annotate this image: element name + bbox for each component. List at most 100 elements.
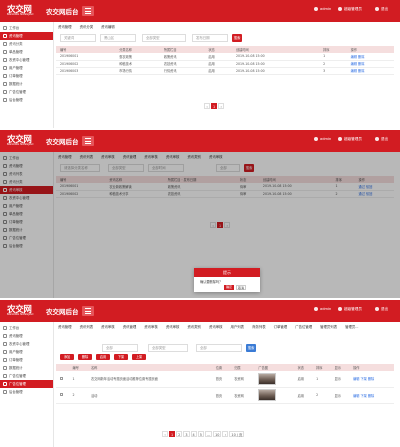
user-name[interactable]: admin xyxy=(314,7,331,11)
row-actions[interactable]: 编辑 删除 xyxy=(346,53,394,61)
tab-item[interactable]: 资讯列表 xyxy=(76,322,98,331)
filter-select-3[interactable]: 全部 xyxy=(196,344,242,352)
exit-button[interactable]: 退出 xyxy=(375,7,388,12)
sidebar-item[interactable]: 订单管理 xyxy=(0,356,53,364)
menu-item-icon xyxy=(3,50,7,54)
sidebar-item[interactable]: 农资中心管理 xyxy=(0,340,53,348)
row-actions[interactable]: 编辑 删除 xyxy=(346,67,394,75)
action-bar: 添加 删除 启用 下架 上架 xyxy=(56,354,394,364)
sidebar-item-label: 后台管理 xyxy=(9,98,23,102)
sidebar-item[interactable]: 资讯管理 xyxy=(0,332,53,340)
sidebar-item[interactable]: 用户管理 xyxy=(0,64,53,72)
page-button[interactable]: ‹ xyxy=(162,431,168,437)
tab-item[interactable]: 资讯审核 xyxy=(97,322,119,331)
tab-item[interactable]: 资讯管理 xyxy=(119,322,141,331)
action-button[interactable]: 下架 xyxy=(114,354,128,360)
news-table: 编号 分类名称 所属栏目 状态 创建时间 排序 操作 201906001 惠农政策 政策资讯 启用… xyxy=(56,46,394,75)
page-button[interactable]: ... xyxy=(204,431,213,437)
search-button[interactable]: 搜索 xyxy=(246,344,256,352)
table-cell: 农资网 xyxy=(230,387,255,404)
filter-select-1[interactable]: 全部 xyxy=(102,344,138,352)
exit-button[interactable]: 退出 xyxy=(375,307,388,312)
sidebar-item[interactable]: 数据统计 xyxy=(0,80,53,88)
filter-select-2[interactable]: 全部类型 xyxy=(148,344,188,352)
page-button[interactable]: 1 xyxy=(169,431,176,437)
tab-item[interactable]: 资讯审核 xyxy=(162,322,184,331)
top-header: 农交网 BAIGONG NONGJIAO 农交网后台 admin 超级管理员 退… xyxy=(0,300,400,322)
page-button[interactable]: ‹ xyxy=(204,103,210,109)
sidebar-item[interactable]: 资讯分类 xyxy=(0,40,53,48)
tab-item[interactable]: 资讯类别 xyxy=(183,322,205,331)
page-button[interactable]: › xyxy=(222,431,229,437)
menu-toggle-icon[interactable] xyxy=(82,6,94,16)
column-header: 排序 xyxy=(319,46,347,53)
keyword-input[interactable]: 关键词 xyxy=(60,34,96,42)
row-actions[interactable]: 编辑 下架 删除 xyxy=(349,387,394,404)
tab-item[interactable]: 资讯审核 xyxy=(205,322,227,331)
tab-item[interactable]: 管理员列表 xyxy=(316,322,341,331)
sidebar-item[interactable]: 广告位管理 xyxy=(0,380,53,388)
page-button[interactable]: 10 / 页 xyxy=(229,431,245,437)
sidebar-item[interactable]: 订单管理 xyxy=(0,72,53,80)
action-button[interactable]: 启用 xyxy=(96,354,110,360)
sidebar-item[interactable]: 资讯管理 xyxy=(0,32,53,40)
date-picker[interactable]: 发布日期 xyxy=(192,34,228,42)
exit-button[interactable]: 退出 xyxy=(375,137,388,142)
user-role[interactable]: 超级管理员 xyxy=(338,7,362,12)
page-button[interactable]: 2 xyxy=(176,431,183,437)
main-content: 关键词 黑山区 全部类型 发布日期 搜索 编号 分类名称 所属栏目 状态 创建时间 排序操… xyxy=(56,34,394,75)
tab-item[interactable]: 用户列表 xyxy=(227,322,249,331)
action-button[interactable]: 添加 xyxy=(60,354,74,360)
search-button[interactable]: 搜索 xyxy=(232,34,242,42)
region-select[interactable]: 黑山区 xyxy=(100,34,136,42)
sidebar-item[interactable]: 农资中心管理 xyxy=(0,56,53,64)
menu-toggle-icon[interactable] xyxy=(82,306,94,316)
role-icon xyxy=(338,307,342,311)
sidebar-item[interactable]: 工作台 xyxy=(0,324,53,332)
row-checkbox[interactable] xyxy=(60,376,63,380)
page-button[interactable]: › xyxy=(218,103,225,109)
page-button[interactable]: 3 xyxy=(183,431,190,437)
tab-item[interactable]: 资讯编辑 xyxy=(97,22,119,31)
page-button[interactable]: 5 xyxy=(197,431,204,437)
page-button[interactable]: 1 xyxy=(211,103,218,109)
sidebar-item[interactable]: 单品管理 xyxy=(0,48,53,56)
action-button[interactable]: 上架 xyxy=(132,354,146,360)
tab-item[interactable]: 资讯管理 xyxy=(54,22,76,31)
table-cell: 启用 xyxy=(204,53,232,61)
action-button[interactable]: 删除 xyxy=(78,354,92,360)
sidebar-item[interactable]: 后台管理 xyxy=(0,388,53,396)
row-actions[interactable]: 编辑 下架 删除 xyxy=(349,371,394,388)
tab-item[interactable]: 资讯审核 xyxy=(140,322,162,331)
user-role[interactable]: 超级管理员 xyxy=(338,137,362,142)
sidebar-item[interactable]: 广告位管理 xyxy=(0,372,53,380)
menu-toggle-icon[interactable] xyxy=(82,136,94,146)
menu-item-icon xyxy=(3,334,7,338)
user-name[interactable]: admin xyxy=(314,137,331,141)
sidebar-item[interactable]: 用户管理 xyxy=(0,348,53,356)
tab-item[interactable]: 资讯分类 xyxy=(76,22,98,31)
menu-item-icon xyxy=(3,42,7,46)
sidebar-item[interactable]: 广告位管理 xyxy=(0,88,53,96)
row-actions[interactable]: 编辑 删除 xyxy=(346,60,394,68)
user-name[interactable]: admin xyxy=(314,307,331,311)
cancel-button[interactable]: 取消 xyxy=(236,285,246,290)
page-button[interactable]: 4 xyxy=(190,431,197,437)
tab-item[interactable]: 商务列表 xyxy=(248,322,270,331)
row-checkbox[interactable] xyxy=(60,393,63,396)
table-cell xyxy=(254,371,294,388)
tab-item[interactable]: 广告位管理 xyxy=(291,322,316,331)
sidebar-item[interactable]: 数据统计 xyxy=(0,364,53,372)
user-role[interactable]: 超级管理员 xyxy=(338,307,362,312)
page-button[interactable]: 10 xyxy=(213,431,222,437)
tab-item[interactable]: 管理员... xyxy=(341,322,362,331)
menu-item-icon xyxy=(3,358,7,362)
ad-image-thumbnail xyxy=(258,372,277,385)
tab-item[interactable]: 资讯管理 xyxy=(54,322,76,331)
sidebar-item[interactable]: 后台管理 xyxy=(0,96,53,104)
exit-icon xyxy=(375,137,379,141)
confirm-button[interactable]: 确定 xyxy=(224,285,234,290)
type-select[interactable]: 全部类型 xyxy=(142,34,186,42)
tab-item[interactable]: 订单管理 xyxy=(270,322,292,331)
sidebar-item[interactable]: 工作台 xyxy=(0,24,53,32)
